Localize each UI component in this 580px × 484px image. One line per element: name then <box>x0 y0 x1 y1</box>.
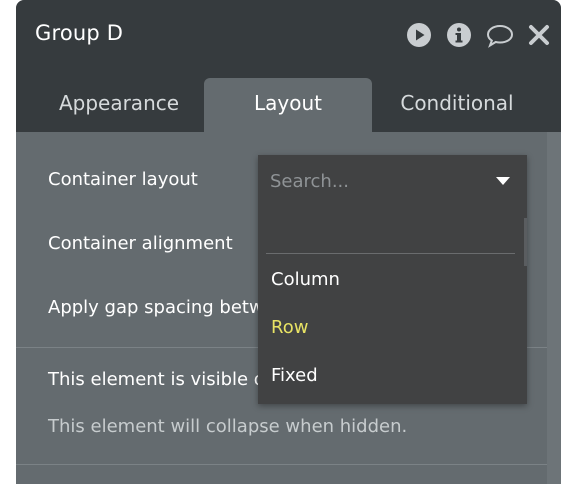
container-layout-label: Container layout <box>48 169 198 190</box>
tab-layout[interactable]: Layout <box>204 78 372 132</box>
scrollbar[interactable] <box>547 132 561 484</box>
dropdown-option-fixed[interactable]: Fixed <box>271 365 318 386</box>
tab-appearance[interactable]: Appearance <box>28 78 210 132</box>
dropdown-edge <box>524 218 527 266</box>
tab-bar: Appearance Layout Conditional <box>16 66 561 132</box>
container-alignment-label: Container alignment <box>48 233 233 254</box>
dropdown-separator <box>266 253 515 254</box>
dropdown-option-column[interactable]: Column <box>271 269 340 290</box>
container-layout-dropdown[interactable]: Search... Column Row Fixed <box>258 155 527 404</box>
play-icon[interactable] <box>406 22 432 48</box>
comment-icon[interactable] <box>485 22 515 48</box>
chevron-down-icon[interactable] <box>496 177 510 185</box>
panel-title: Group D <box>35 21 124 45</box>
panel-header: Group D <box>16 0 561 66</box>
dropdown-option-row[interactable]: Row <box>271 317 308 338</box>
dropdown-search-input[interactable]: Search... <box>270 171 349 192</box>
section-divider <box>16 464 561 465</box>
collapse-hint: This element will collapse when hidden. <box>48 416 408 437</box>
visible-on-load-label: This element is visible o <box>48 369 265 390</box>
close-icon[interactable] <box>528 22 550 48</box>
gap-spacing-label: Apply gap spacing betw <box>48 297 264 318</box>
tab-conditional[interactable]: Conditional <box>372 78 542 132</box>
info-icon[interactable] <box>446 22 472 48</box>
